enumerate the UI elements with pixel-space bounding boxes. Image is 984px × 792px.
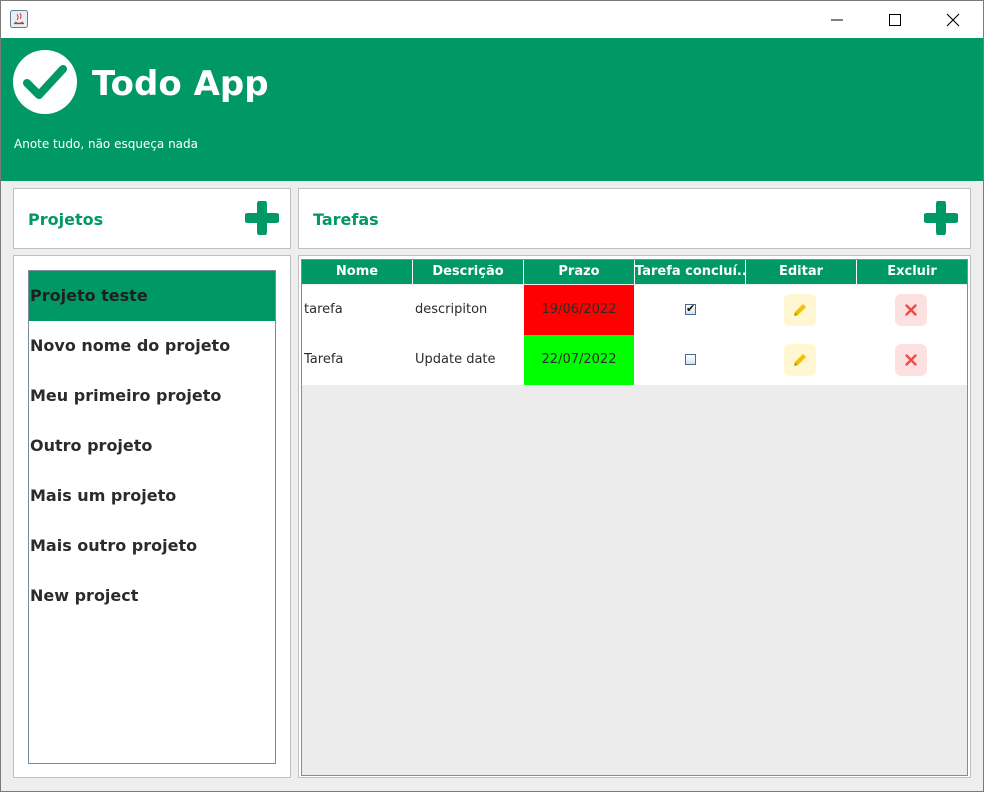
maximize-button[interactable]: [866, 1, 924, 38]
column-header-deadline[interactable]: Prazo: [524, 260, 635, 284]
pencil-icon: [794, 354, 806, 366]
task-deadline-cell[interactable]: 19/06/2022: [524, 285, 634, 335]
project-item[interactable]: Meu primeiro projeto: [29, 371, 275, 421]
java-app-icon[interactable]: [10, 10, 28, 28]
project-item[interactable]: Novo nome do projeto: [29, 321, 275, 371]
projects-title: Projetos: [28, 210, 104, 229]
add-project-button[interactable]: [243, 199, 281, 237]
table-row[interactable]: Tarefa Update date 22/07/2022: [302, 335, 967, 385]
projects-list[interactable]: Projeto teste Novo nome do projeto Meu p…: [28, 270, 276, 764]
completed-checkbox[interactable]: ✔: [685, 302, 696, 315]
project-item[interactable]: Projeto teste: [29, 271, 275, 321]
close-button[interactable]: [924, 1, 982, 38]
projects-panel: Projeto teste Novo nome do projeto Meu p…: [13, 255, 291, 778]
task-description-cell[interactable]: Update date: [413, 335, 524, 385]
minimize-icon: [831, 19, 843, 21]
column-header-description[interactable]: Descrição: [413, 260, 524, 284]
column-header-delete[interactable]: Excluir: [857, 260, 967, 284]
check-circle-icon: [13, 50, 77, 114]
minimize-button[interactable]: [808, 1, 866, 38]
task-completed-cell[interactable]: ✔: [635, 285, 746, 335]
title-bar: [1, 1, 983, 38]
task-edit-cell: [746, 335, 857, 385]
maximize-icon: [889, 14, 901, 26]
edit-task-button[interactable]: [784, 294, 816, 326]
table-row[interactable]: tarefa descripiton 19/06/2022 ✔: [302, 285, 967, 335]
column-header-completed[interactable]: Tarefa concluí...: [635, 260, 746, 284]
tasks-title: Tarefas: [313, 210, 379, 229]
edit-task-button[interactable]: [784, 344, 816, 376]
project-item[interactable]: Mais um projeto: [29, 471, 275, 521]
delete-task-button[interactable]: [895, 344, 927, 376]
delete-task-button[interactable]: [895, 294, 927, 326]
task-description-cell[interactable]: descripiton: [413, 285, 524, 335]
app-subtitle: Anote tudo, não esqueça nada: [14, 137, 199, 151]
app-window: Todo App Anote tudo, não esqueça nada Pr…: [0, 0, 984, 792]
table-header: Nome Descrição Prazo Tarefa concluí... E…: [302, 260, 967, 284]
task-edit-cell: [746, 285, 857, 335]
close-icon: [946, 13, 960, 27]
app-title: Todo App: [92, 64, 269, 104]
project-item[interactable]: Mais outro projeto: [29, 521, 275, 571]
task-delete-cell: [857, 335, 967, 385]
project-item[interactable]: Outro projeto: [29, 421, 275, 471]
x-icon: [905, 354, 917, 366]
projects-header: Projetos: [13, 188, 291, 249]
tasks-table: Nome Descrição Prazo Tarefa concluí... E…: [301, 259, 968, 776]
tasks-panel: Nome Descrição Prazo Tarefa concluí... E…: [298, 255, 971, 778]
app-header: Todo App Anote tudo, não esqueça nada: [1, 38, 983, 181]
tasks-header: Tarefas: [298, 188, 971, 249]
add-task-button[interactable]: [922, 199, 960, 237]
plus-icon: [922, 199, 960, 237]
task-completed-cell[interactable]: [635, 335, 746, 385]
completed-checkbox[interactable]: [685, 354, 696, 365]
pencil-icon: [794, 304, 806, 316]
task-name-cell[interactable]: tarefa: [302, 285, 413, 335]
task-name-cell[interactable]: Tarefa: [302, 335, 413, 385]
plus-icon: [243, 199, 281, 237]
column-header-edit[interactable]: Editar: [746, 260, 857, 284]
task-deadline-cell[interactable]: 22/07/2022: [524, 335, 634, 385]
x-icon: [905, 304, 917, 316]
task-delete-cell: [857, 285, 967, 335]
checkmark-icon: ✔: [686, 302, 696, 315]
project-item[interactable]: New project: [29, 571, 275, 621]
column-header-name[interactable]: Nome: [302, 260, 413, 284]
